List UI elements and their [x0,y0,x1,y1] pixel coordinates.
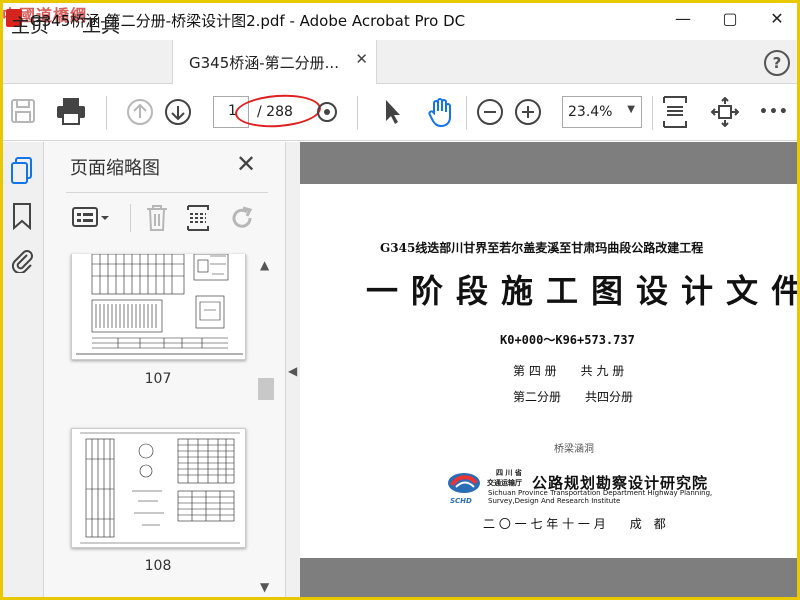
fit-page-icon[interactable] [661,94,689,130]
institute-province: 四 川 省 [496,469,522,477]
institute-en-1: Sichuan Province Transportation Departme… [488,489,713,497]
stake-range: K0+000～K96+573.737 [500,333,635,347]
delete-page-icon[interactable] [145,204,169,232]
panel-scrollbar-thumb[interactable] [258,378,274,400]
next-page-icon[interactable] [164,98,192,126]
select-tool-icon[interactable] [382,97,402,127]
panel-title: 页面缩略图 [70,158,160,179]
page-thumbnail[interactable] [71,428,246,548]
hand-tool-icon[interactable] [426,96,456,128]
document-tab-close-icon[interactable]: ✕ [355,50,368,68]
bookmark-icon[interactable] [11,202,33,230]
print-icon[interactable] [55,96,87,126]
minimize-button[interactable]: — [668,6,698,32]
close-window-button[interactable]: ✕ [762,6,792,32]
panel-scrollbar[interactable] [257,254,275,596]
menu-home[interactable]: 主页 [11,11,49,38]
zoom-out-icon[interactable] [476,98,504,126]
page-thumbnails-icon[interactable] [9,156,35,186]
rail-active-indicator [0,149,3,191]
save-icon[interactable] [9,97,37,125]
full-screen-icon[interactable] [711,97,739,127]
toolbar-separator [652,96,653,130]
project-line: G345线迭部川甘界至若尔盖麦溪至甘肃玛曲段公路改建工程 [380,241,704,255]
thumbnail-drawing [80,432,240,544]
toolbar-separator [466,96,467,130]
extract-page-icon[interactable] [185,204,211,232]
document-tab-label: G345桥涵-第二分册... [189,54,339,72]
institute-en-2: Survey,Design And Research Institute [488,497,621,505]
thumbnail-label: 108 [144,558,172,574]
help-icon[interactable]: ? [764,50,790,76]
maximize-button[interactable]: ▢ [715,6,745,32]
logo-text: SCHD [450,497,472,505]
read-mode-icon[interactable] [316,100,338,124]
page-thumbnail[interactable] [71,254,246,360]
date-place-line: 二 〇 一 七 年 十 一 月 成 都 [483,517,666,531]
previous-page-icon[interactable] [126,98,154,126]
more-options-icon[interactable]: ••• [759,104,789,120]
zoom-value: 23.4% [568,104,613,120]
document-tab[interactable]: G345桥涵-第二分册... ✕ [172,40,377,84]
toolbar-separator [357,96,358,130]
scroll-up-icon[interactable]: ▲ [260,258,269,272]
panel-close-icon[interactable]: ✕ [236,150,256,178]
menu-tools[interactable]: 工具 [82,11,120,38]
zoom-in-icon[interactable] [514,98,542,126]
thumbnail-drawing [72,254,245,359]
panel-divider [66,192,268,193]
scroll-down-icon[interactable]: ▼ [260,580,269,594]
sub-volume-line: 第二分册 共四分册 [513,390,634,404]
panel-tool-separator [130,204,131,232]
document-heading: 一阶段施工图设计文件 [366,272,800,310]
collapse-panel-icon[interactable]: ◀ [288,364,297,378]
rotate-page-icon[interactable] [228,204,256,232]
menu-tab-row [0,40,800,84]
attachment-icon[interactable] [9,247,35,273]
toolbar-separator [106,96,107,130]
chevron-down-icon: ▼ [627,104,635,115]
zoom-dropdown[interactable]: 23.4% ▼ [562,96,642,128]
volume-line: 第 四 册 共 九 册 [513,364,625,378]
thumbnail-options-icon[interactable] [72,205,110,231]
institute-dept: 交通运输厅 [487,479,522,487]
section-label: 桥梁涵洞 [554,444,594,455]
thumbnail-label: 107 [144,371,172,387]
